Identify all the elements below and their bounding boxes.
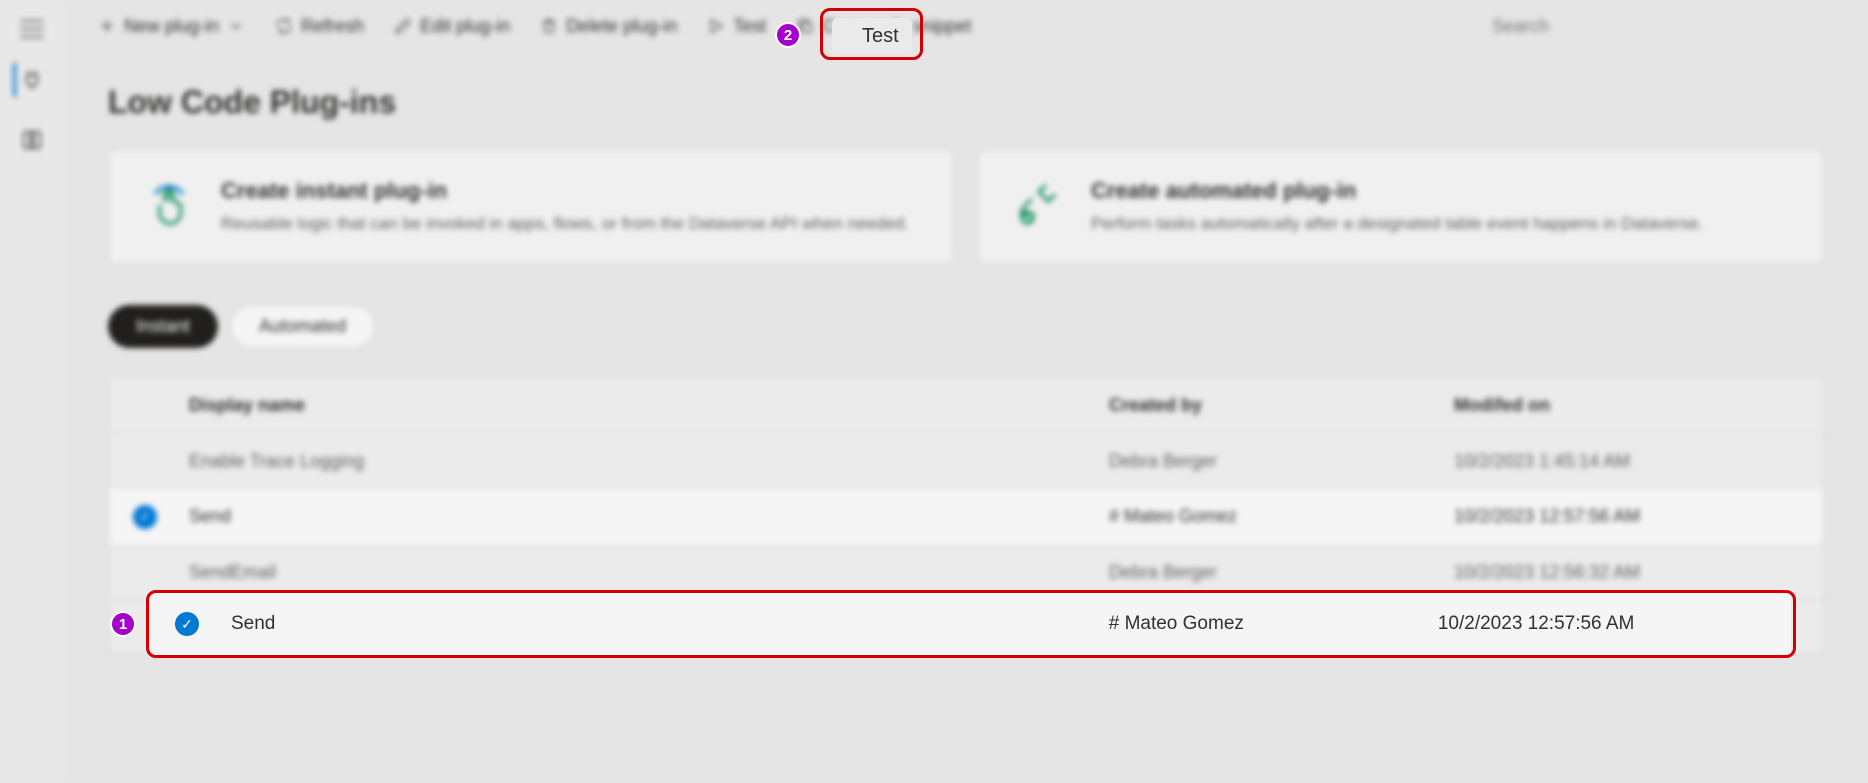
table-row-selected-highlight[interactable]: ✓ Send # Mateo Gomez 10/2/2023 12:57:56 …	[151, 593, 1791, 655]
table-row[interactable]: Enable Trace LoggingDebra Berger10/2/202…	[109, 434, 1823, 488]
table-row[interactable]: ✓ Send# Mateo Gomez10/2/2023 12:57:56 AM	[109, 488, 1823, 545]
new-plugin-label: New plug-in	[124, 16, 219, 37]
card-instant-plugin[interactable]: Create instant plug-in Reusable logic th…	[108, 149, 954, 265]
test-label-sharp: Test	[862, 25, 899, 48]
edit-plugin-button[interactable]: Edit plug-in	[384, 10, 520, 43]
tap-icon	[141, 178, 197, 234]
row-name-sharp: Send	[231, 613, 1109, 635]
chevron-down-icon	[227, 17, 245, 35]
col-header-modified[interactable]: Modifed on	[1454, 395, 1799, 416]
test-button[interactable]: Test	[697, 10, 776, 43]
refresh-button[interactable]: Refresh	[265, 10, 374, 43]
cell-name: Enable Trace Logging	[189, 451, 1109, 472]
plug-icon	[1011, 178, 1067, 234]
edit-label: Edit plug-in	[420, 16, 510, 37]
card-automated-desc: Perform tasks automatically after a desi…	[1091, 212, 1703, 236]
check-icon[interactable]: ✓	[133, 505, 157, 529]
annotation-badge-2: 2	[775, 22, 801, 48]
cell-created: Debra Berger	[1109, 562, 1454, 583]
row-created-sharp: # Mateo Gomez	[1109, 613, 1438, 635]
tab-automated[interactable]: Automated	[230, 305, 375, 348]
card-instant-title: Create instant plug-in	[221, 178, 909, 204]
new-plugin-button[interactable]: New plug-in	[88, 10, 255, 43]
check-icon[interactable]: ✓	[175, 612, 199, 636]
page-title: Low Code Plug-ins	[108, 84, 1824, 121]
cell-name: SendEmail	[189, 562, 1109, 583]
cell-created: Debra Berger	[1109, 451, 1454, 472]
col-header-name[interactable]: Display name	[189, 395, 1109, 416]
refresh-label: Refresh	[301, 16, 364, 37]
cell-name: Send	[189, 506, 1109, 527]
cell-created: # Mateo Gomez	[1109, 506, 1454, 527]
cell-modified: 10/2/2023 1:45:14 AM	[1454, 451, 1799, 472]
card-automated-plugin[interactable]: Create automated plug-in Perform tasks a…	[978, 149, 1824, 265]
test-button-highlight[interactable]: Test	[832, 18, 912, 54]
table-row[interactable]: SendEmailDebra Berger10/2/2023 12:56:32 …	[109, 545, 1823, 599]
tab-instant[interactable]: Instant	[108, 305, 218, 348]
col-header-created[interactable]: Created by	[1109, 395, 1454, 416]
card-automated-title: Create automated plug-in	[1091, 178, 1703, 204]
test-label: Test	[733, 16, 766, 37]
rail-plugins-icon[interactable]	[13, 62, 49, 98]
annotation-badge-1: 1	[110, 611, 136, 637]
rail-book-icon[interactable]	[14, 122, 50, 158]
delete-plugin-button[interactable]: Delete plug-in	[530, 10, 687, 43]
card-instant-desc: Reusable logic that can be invoked in ap…	[221, 212, 909, 236]
row-modified-sharp: 10/2/2023 12:57:56 AM	[1438, 613, 1767, 635]
delete-label: Delete plug-in	[566, 16, 677, 37]
hamburger-menu[interactable]	[20, 20, 44, 38]
search-input[interactable]	[1484, 8, 1844, 44]
cell-modified: 10/2/2023 12:57:56 AM	[1454, 506, 1799, 527]
cell-modified: 10/2/2023 12:56:32 AM	[1454, 562, 1799, 583]
